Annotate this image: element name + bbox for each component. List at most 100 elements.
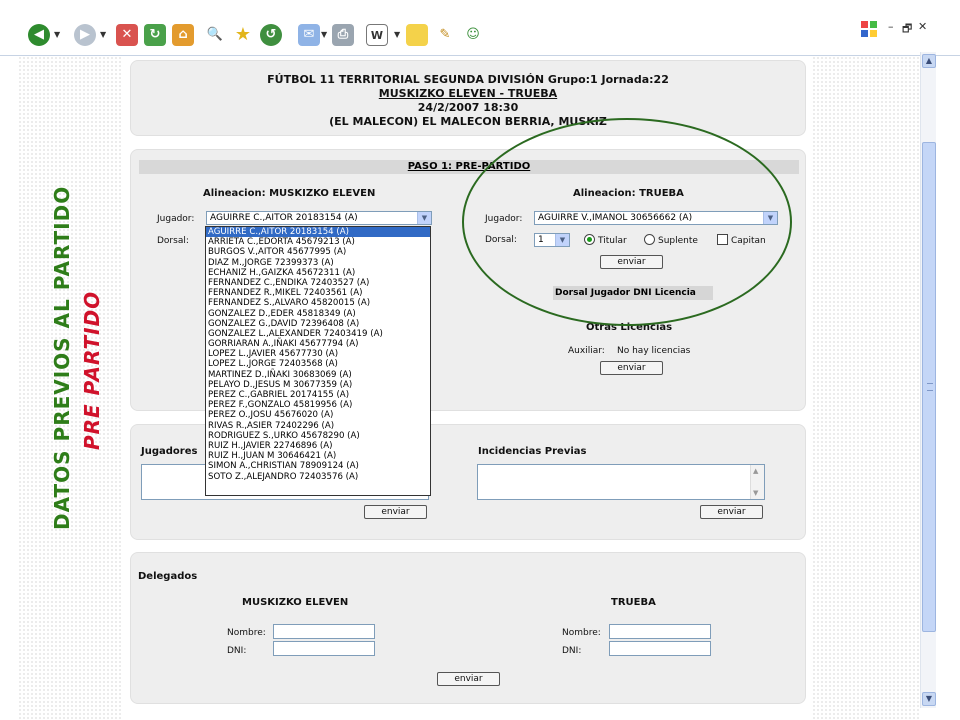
- home-dorsal-label: Dorsal:: [157, 236, 189, 246]
- dropdown-option[interactable]: GONZALEZ G.,DAVID 72396408 (A): [206, 319, 430, 329]
- scroll-down-icon[interactable]: ▼: [753, 489, 758, 497]
- titular-label: Titular: [598, 236, 627, 246]
- dropdown-option[interactable]: FERNANDEZ R.,MIKEL 72403561 (A): [206, 288, 430, 298]
- page-scrollbar[interactable]: ▲ ▼: [920, 52, 936, 708]
- match-header: FÚTBOL 11 TERRITORIAL SEGUNDA DIVISIÓN G…: [130, 60, 806, 136]
- browser-toolbar: ◀ ▼ ▶ ▼ ✕ ↻ ⌂ 🔍 ★ ↺ ✉ ▼ ⎙ W ▼ ✎ ☺ – 🗗 ✕: [0, 0, 960, 56]
- home-dni-label: DNI:: [227, 646, 247, 656]
- incidencias-scrollbar[interactable]: ▲ ▼: [750, 465, 764, 499]
- home-jugador-value: AGUIRRE C.,AITOR 20183154 (A): [210, 213, 358, 223]
- delegados-panel: Delegados MUSKIZKO ELEVEN TRUEBA Nombre:…: [130, 552, 806, 704]
- dropdown-option[interactable]: ARRIETA C.,EDORTA 45679213 (A): [206, 237, 430, 247]
- incidencias-textarea[interactable]: ▲ ▼: [477, 464, 765, 500]
- chevron-down-icon[interactable]: ▼: [417, 212, 431, 224]
- messenger-icon[interactable]: ☺: [462, 24, 484, 46]
- print-icon[interactable]: ⎙: [332, 24, 354, 46]
- scroll-thumb[interactable]: [922, 142, 936, 632]
- mail-dropdown-icon[interactable]: ▼: [321, 30, 327, 39]
- jugadores-send-button[interactable]: enviar: [364, 505, 427, 519]
- home-icon[interactable]: ⌂: [172, 24, 194, 46]
- dropdown-option[interactable]: PELAYO D.,JESUS M 30677359 (A): [206, 380, 430, 390]
- otras-licencias-send-button[interactable]: enviar: [600, 361, 663, 375]
- capitan-checkbox[interactable]: [717, 234, 728, 245]
- away-dorsal-value: 1: [538, 235, 544, 245]
- home-nombre-input[interactable]: [273, 624, 375, 639]
- mail-icon[interactable]: ✉: [298, 24, 320, 46]
- away-dorsal-select[interactable]: 1 ▼: [534, 233, 570, 247]
- dropdown-option[interactable]: SOTO Z.,ALEJANDRO 72403576 (A): [206, 472, 430, 482]
- incidencias-title: Incidencias Previas: [478, 446, 587, 457]
- incidencias-send-button[interactable]: enviar: [700, 505, 763, 519]
- chevron-down-icon[interactable]: ▼: [555, 234, 569, 246]
- scroll-down-icon[interactable]: ▼: [922, 692, 936, 706]
- titular-radio[interactable]: [584, 234, 595, 245]
- dropdown-option[interactable]: ECHANIZ H.,GAIZKA 45672311 (A): [206, 268, 430, 278]
- home-jugador-dropdown-list[interactable]: AGUIRRE C.,AITOR 20183154 (A) ARRIETA C.,…: [205, 226, 431, 496]
- home-nombre-label: Nombre:: [227, 628, 266, 638]
- side-label-pre-partido: PRE PARTIDO: [80, 290, 104, 450]
- favorites-icon[interactable]: ★: [232, 24, 254, 46]
- delegados-away-team: TRUEBA: [611, 597, 656, 608]
- scroll-grip-icon: [927, 383, 933, 391]
- away-lineup-title: Alineacion: TRUEBA: [573, 188, 684, 199]
- lineup-table-header: Dorsal Jugador DNI Licencia: [553, 286, 713, 300]
- away-jugador-select[interactable]: AGUIRRE V.,IMANOL 30656662 (A) ▼: [534, 211, 778, 225]
- paso-title: PASO 1: PRE-PARTIDO: [139, 160, 799, 174]
- otras-licencias-title: Otras Licencias: [586, 322, 673, 333]
- match-teams: MUSKIZKO ELEVEN - TRUEBA: [378, 87, 558, 100]
- delegados-send-button[interactable]: enviar: [437, 672, 500, 686]
- match-venue: (EL MALECON) EL MALECON BERRIA, MUSKIZ: [329, 115, 607, 128]
- forward-dropdown-icon[interactable]: ▼: [100, 30, 106, 39]
- home-jugador-select[interactable]: AGUIRRE C.,AITOR 20183154 (A) ▼: [206, 211, 432, 225]
- dropdown-option[interactable]: FERNANDEZ C.,ENDIKA 72403527 (A): [206, 278, 430, 288]
- dropdown-option[interactable]: RIVAS R.,ASIER 72402296 (A): [206, 421, 430, 431]
- dropdown-option[interactable]: PEREZ C.,GABRIEL 20174155 (A): [206, 390, 430, 400]
- forward-icon[interactable]: ▶: [74, 24, 96, 46]
- suplente-label: Suplente: [658, 236, 698, 246]
- dropdown-option[interactable]: PEREZ F.,GONZALO 45819956 (A): [206, 400, 430, 410]
- dropdown-option[interactable]: AGUIRRE C.,AITOR 20183154 (A): [206, 227, 430, 238]
- dropdown-option[interactable]: GONZALEZ D.,EDER 45818349 (A): [206, 309, 430, 319]
- windows-flag-icon: [861, 21, 877, 37]
- dropdown-option[interactable]: LOPEZ L.,JORGE 72403568 (A): [206, 359, 430, 369]
- dropdown-option[interactable]: RUIZ H.,JAVIER 22746896 (A): [206, 441, 430, 451]
- close-icon[interactable]: ✕: [918, 20, 927, 33]
- notes-icon[interactable]: [406, 24, 428, 46]
- window-controls: – 🗗 ✕: [858, 18, 938, 42]
- dropdown-option[interactable]: GONZALEZ L.,ALEXANDER 72403419 (A): [206, 329, 430, 339]
- edit-dropdown-icon[interactable]: ▼: [394, 30, 400, 39]
- dropdown-option[interactable]: RUIZ H.,JUAN M 30646421 (A): [206, 451, 430, 461]
- suplente-radio[interactable]: [644, 234, 655, 245]
- home-lineup-title: Alineacion: MUSKIZKO ELEVEN: [203, 188, 376, 199]
- away-lineup-send-button[interactable]: enviar: [600, 255, 663, 269]
- home-dni-input[interactable]: [273, 641, 375, 656]
- back-dropdown-icon[interactable]: ▼: [54, 30, 60, 39]
- auxiliar-label: Auxiliar:: [568, 346, 605, 356]
- match-datetime: 24/2/2007 18:30: [417, 101, 519, 114]
- dropdown-option[interactable]: GORRIARAN A.,IÑAKI 45677794 (A): [206, 339, 430, 349]
- history-icon[interactable]: ↺: [260, 24, 282, 46]
- minimize-icon[interactable]: –: [888, 20, 894, 33]
- dropdown-option[interactable]: FERNANDEZ S.,ALVARO 45820015 (A): [206, 298, 430, 308]
- refresh-icon[interactable]: ↻: [144, 24, 166, 46]
- away-nombre-input[interactable]: [609, 624, 711, 639]
- back-icon[interactable]: ◀: [28, 24, 50, 46]
- edit-icon[interactable]: W: [366, 24, 388, 46]
- away-dni-label: DNI:: [562, 646, 582, 656]
- discuss-icon[interactable]: ✎: [434, 24, 456, 46]
- dropdown-option[interactable]: RODRIGUEZ S.,URKO 45678290 (A): [206, 431, 430, 441]
- dropdown-option[interactable]: MARTINEZ D.,IÑAKI 30683069 (A): [206, 370, 430, 380]
- search-icon[interactable]: 🔍: [204, 24, 226, 46]
- chevron-down-icon[interactable]: ▼: [763, 212, 777, 224]
- dropdown-option[interactable]: LOPEZ L.,JAVIER 45677730 (A): [206, 349, 430, 359]
- dropdown-option[interactable]: DIAZ M.,JORGE 72399373 (A): [206, 258, 430, 268]
- dropdown-option[interactable]: SIMON A.,CHRISTIAN 78909124 (A): [206, 461, 430, 471]
- scroll-up-icon[interactable]: ▲: [753, 467, 758, 475]
- dropdown-option[interactable]: BURGOS V.,AITOR 45677995 (A): [206, 247, 430, 257]
- away-dni-input[interactable]: [609, 641, 711, 656]
- scroll-up-icon[interactable]: ▲: [922, 54, 936, 68]
- restore-icon[interactable]: 🗗: [902, 20, 912, 39]
- away-jugador-value: AGUIRRE V.,IMANOL 30656662 (A): [538, 213, 693, 223]
- dropdown-option[interactable]: PEREZ O.,JOSU 45676020 (A): [206, 410, 430, 420]
- stop-icon[interactable]: ✕: [116, 24, 138, 46]
